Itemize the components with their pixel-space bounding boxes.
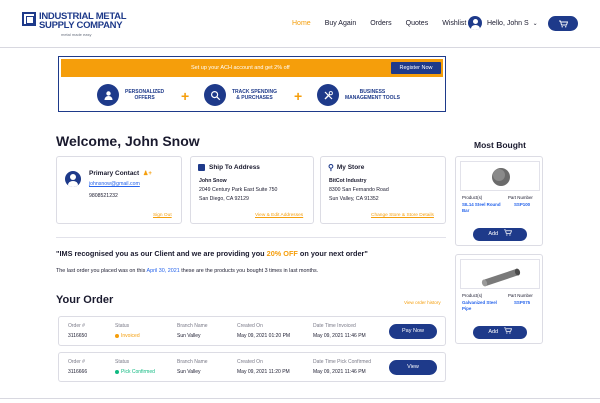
chevron-down-icon: ⌄ (532, 20, 538, 27)
store-title: My Store (336, 164, 365, 171)
plus-icon: + (294, 88, 303, 104)
product-image[interactable] (460, 259, 540, 289)
contact-phone: 9808521232 (89, 193, 118, 199)
location-pin-icon: ⚲ (328, 163, 334, 172)
pay-now-button[interactable]: Pay Now (389, 324, 437, 339)
product-image[interactable] (460, 161, 540, 191)
register-now-button[interactable]: Register Now (391, 62, 441, 74)
cart-button[interactable] (548, 16, 578, 31)
created-on: May 09, 2021 01:20 PM (237, 333, 291, 339)
building-icon (198, 164, 205, 171)
cart-icon (558, 20, 568, 27)
your-order-heading: Your Order (56, 294, 114, 306)
plus-icon: + (181, 88, 190, 104)
person-icon (97, 84, 119, 106)
ship-to-line2: San Diego, CA 92129 (199, 196, 249, 202)
user-menu[interactable]: Hello, John S ⌄ (468, 16, 538, 30)
user-greeting: Hello, John S (487, 19, 529, 27)
ach-promo-banner: Set up your ACH account and get 2% off R… (58, 56, 446, 112)
product-card: Product(s) Part Number SIL14 Steel Round… (455, 156, 543, 246)
section-divider (56, 237, 446, 238)
store-line1: 8300 San Fernando Road (329, 187, 389, 193)
product-name[interactable]: Galvanized Steel Pipe (462, 300, 497, 312)
feature-business-tools: BUSINESS MANAGEMENT TOOLS (317, 84, 400, 106)
my-store-card: ⚲ My Store BitCot Industry 8300 San Fern… (320, 156, 446, 224)
primary-contact-card: Primary Contact ♟+ johnsnow@gmail.com 98… (56, 156, 182, 224)
welcome-heading: Welcome, John Snow (56, 133, 200, 149)
store-line2: Sun Valley, CA 91352 (329, 196, 379, 202)
view-order-history-link[interactable]: View order history (404, 300, 441, 305)
most-bought-heading: Most Bought (474, 140, 526, 150)
nav-wishlist[interactable]: Wishlist (442, 20, 466, 27)
last-order-date: April 30, 2021 (146, 268, 180, 274)
part-number: SSP075 (514, 300, 531, 305)
status-badge: Invoiced (115, 333, 140, 339)
sign-out-link[interactable]: Sign Out (153, 213, 172, 218)
tools-icon (317, 84, 339, 106)
cart-icon (503, 327, 512, 334)
banner-message: Set up your ACH account and get 2% off (191, 65, 290, 71)
main-nav: Home Buy Again Orders Quotes Wishlist (292, 20, 480, 27)
discount-highlight: 20% OFF (266, 249, 298, 258)
date-time-pick-confirmed: May 09, 2021 11:46 PM (313, 369, 366, 375)
add-to-cart-button[interactable]: Add (473, 228, 527, 241)
cart-icon (503, 229, 512, 236)
nav-quotes[interactable]: Quotes (406, 20, 429, 27)
created-on: May 09, 2021 11:20 PM (237, 369, 290, 375)
view-order-button[interactable]: View (389, 360, 437, 375)
status-dot-icon (115, 369, 119, 374)
date-time-invoiced: May 09, 2021 11:46 PM (313, 333, 366, 339)
branch-name: Sun Valley (177, 369, 201, 375)
part-number: SSP100 (514, 202, 531, 207)
top-header: INDUSTRIAL METAL SUPPLY COMPANY metal ma… (0, 0, 600, 48)
status-badge: Pick Confirmed (115, 369, 155, 375)
add-contact-icon[interactable]: ♟+ (143, 171, 152, 177)
feature-track-spending: TRACK SPENDING & PURCHASES (204, 84, 277, 106)
change-store-link[interactable]: Change Store & Store Details (371, 213, 434, 218)
order-row: Order #3116650 Status Invoiced Branch Nam… (58, 316, 446, 346)
order-number: 3116666 (68, 369, 88, 375)
logo-tagline: metal made easy (61, 32, 92, 37)
feature-personalized-offers: PERSONALIZED OFFERS (97, 84, 164, 106)
branch-name: Sun Valley (177, 333, 201, 339)
ship-to-line1: 2049 Century Park East Suite 750 (199, 187, 278, 193)
nav-orders[interactable]: Orders (370, 20, 391, 27)
contact-email[interactable]: johnsnow@gmail.com (89, 180, 140, 188)
search-icon (204, 84, 226, 106)
store-name: BitCot Industry (329, 178, 367, 184)
add-to-cart-button[interactable]: Add (473, 326, 527, 339)
ship-to-title: Ship To Address (209, 164, 260, 171)
order-row: Order #3116666 Status Pick Confirmed Bran… (58, 352, 446, 382)
ship-to-card: Ship To Address John Snow 2049 Century P… (190, 156, 314, 224)
pipe-icon (481, 268, 521, 287)
logo-mark-icon (22, 12, 36, 26)
company-logo[interactable]: INDUSTRIAL METAL SUPPLY COMPANY metal ma… (22, 12, 127, 37)
footer-divider (0, 398, 600, 399)
logo-line2: SUPPLY COMPANY (39, 20, 123, 31)
avatar-icon (468, 16, 482, 30)
status-dot-icon (115, 333, 119, 338)
order-number: 3116650 (68, 333, 88, 339)
contact-title: Primary Contact (89, 170, 140, 177)
nav-home[interactable]: Home (292, 20, 311, 27)
round-bar-icon (492, 168, 510, 186)
contact-avatar-icon (65, 171, 81, 187)
ship-to-name: John Snow (199, 178, 227, 184)
banner-strip: Set up your ACH account and get 2% off R… (61, 59, 443, 77)
product-name[interactable]: SIL14 Steel Round Bar (462, 202, 501, 214)
edit-addresses-link[interactable]: View & Edit Addresses (255, 213, 303, 218)
product-card: Product(s) Part Number Galvanized Steel … (455, 254, 543, 344)
nav-buy-again[interactable]: Buy Again (325, 20, 357, 27)
client-promo-text: "IMS recognised you as our Client and we… (56, 249, 368, 258)
last-order-text: The last order you placed was on this Ap… (56, 268, 319, 274)
